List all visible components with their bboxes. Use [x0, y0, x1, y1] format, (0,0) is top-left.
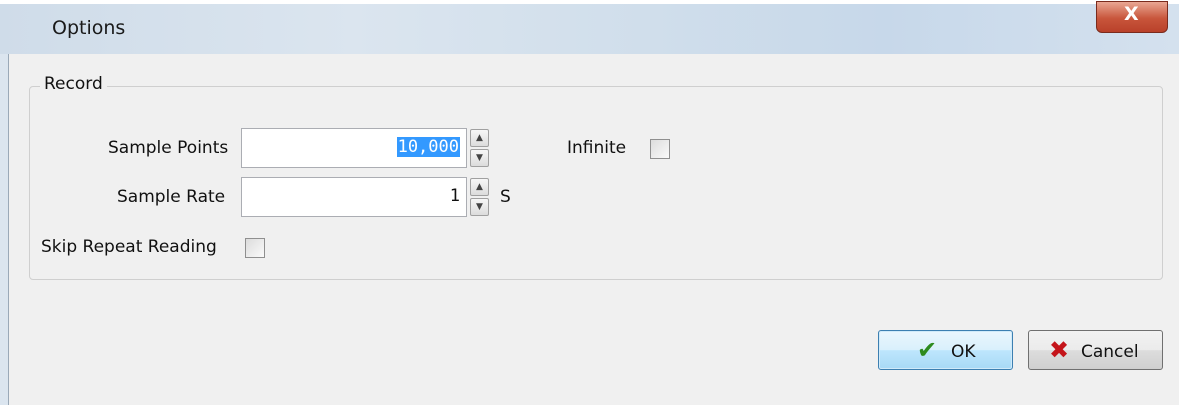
ok-button-label: OK	[951, 342, 976, 362]
sample-rate-unit: S	[500, 187, 511, 207]
sample-points-stepper[interactable]: ▲ ▼	[470, 128, 489, 168]
sample-rate-stepper[interactable]: ▲ ▼	[470, 177, 489, 217]
spin-down-icon[interactable]: ▼	[470, 149, 489, 167]
spin-up-icon[interactable]: ▲	[470, 129, 489, 147]
sample-points-label: Sample Points	[108, 138, 229, 158]
close-button[interactable]: X	[1096, 1, 1168, 33]
skip-repeat-checkbox[interactable]	[245, 238, 265, 258]
window-left-edge	[0, 54, 9, 405]
sample-points-value: 10,000	[396, 137, 460, 157]
spin-up-icon[interactable]: ▲	[470, 178, 489, 196]
x-icon: ✖	[1049, 336, 1070, 364]
window-title: Options	[52, 17, 126, 39]
checkmark-icon: ✔	[917, 336, 938, 364]
sample-rate-value: 1	[449, 186, 460, 206]
cancel-button-label: Cancel	[1081, 342, 1139, 362]
options-dialog: Options X Record Sample Points 10,000 ▲ …	[0, 1, 1179, 405]
record-group-label: Record	[40, 74, 107, 94]
sample-points-input[interactable]: 10,000	[241, 128, 467, 168]
ok-button[interactable]: ✔ OK	[878, 330, 1013, 370]
sample-rate-input[interactable]: 1	[241, 177, 467, 217]
sample-rate-label: Sample Rate	[117, 187, 226, 207]
infinite-checkbox[interactable]	[650, 139, 670, 159]
spin-down-icon[interactable]: ▼	[470, 198, 489, 216]
cancel-button[interactable]: ✖ Cancel	[1028, 330, 1163, 370]
close-icon: X	[1124, 3, 1139, 25]
title-bar[interactable]: Options X	[0, 1, 1179, 54]
skip-repeat-label: Skip Repeat Reading	[41, 237, 217, 257]
infinite-label: Infinite	[567, 138, 627, 158]
